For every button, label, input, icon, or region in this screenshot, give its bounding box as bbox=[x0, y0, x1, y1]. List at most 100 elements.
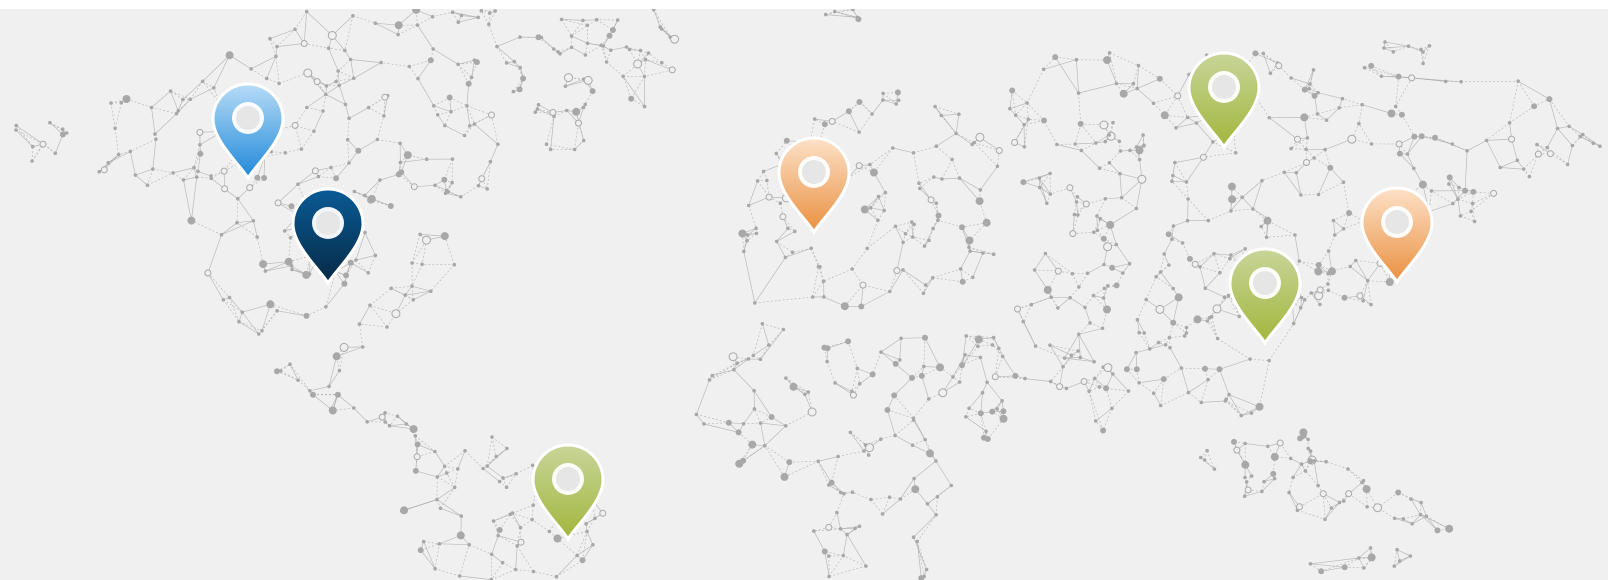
network-node bbox=[855, 366, 860, 371]
network-node bbox=[957, 176, 962, 180]
network-node bbox=[515, 544, 519, 548]
network-node bbox=[982, 218, 991, 227]
network-edge bbox=[135, 168, 153, 176]
map-pin-china[interactable] bbox=[1228, 246, 1302, 346]
network-edge bbox=[237, 198, 254, 222]
map-pin-south-america[interactable] bbox=[531, 442, 605, 542]
network-node bbox=[337, 83, 342, 88]
network-node bbox=[1555, 126, 1560, 131]
network-edge bbox=[1213, 253, 1221, 273]
network-edge bbox=[306, 94, 326, 108]
network-edge bbox=[1014, 119, 1029, 143]
network-node bbox=[642, 104, 647, 109]
network-edge bbox=[870, 499, 883, 515]
network-node bbox=[373, 21, 378, 25]
network-node bbox=[1306, 446, 1310, 451]
network-node bbox=[465, 104, 469, 108]
network-node bbox=[1293, 233, 1297, 237]
network-edge bbox=[415, 470, 438, 478]
network-edge bbox=[1153, 393, 1162, 406]
network-node bbox=[128, 149, 133, 154]
network-edge bbox=[1420, 502, 1422, 515]
network-node bbox=[457, 574, 462, 578]
network-node bbox=[145, 183, 150, 187]
network-node bbox=[106, 161, 111, 165]
network-node bbox=[824, 12, 828, 17]
network-node bbox=[1308, 82, 1312, 86]
network-node bbox=[565, 108, 569, 113]
network-node bbox=[1079, 148, 1084, 153]
network-edge bbox=[980, 357, 988, 383]
network-node bbox=[494, 454, 499, 459]
network-node bbox=[821, 548, 828, 555]
network-node bbox=[1312, 459, 1316, 463]
network-edge bbox=[832, 121, 860, 133]
network-node bbox=[848, 430, 853, 435]
network-node bbox=[839, 490, 843, 495]
network-node bbox=[221, 185, 229, 193]
network-edge bbox=[151, 90, 171, 108]
map-pin-europe[interactable] bbox=[777, 135, 851, 235]
network-edge bbox=[269, 28, 296, 40]
network-node bbox=[413, 434, 418, 438]
network-edge bbox=[482, 456, 497, 469]
network-edge bbox=[748, 180, 758, 206]
network-edge bbox=[344, 15, 354, 51]
network-node bbox=[1470, 201, 1475, 206]
network-node bbox=[149, 105, 154, 110]
network-node bbox=[786, 459, 793, 466]
network-node bbox=[959, 278, 966, 285]
network-edge bbox=[391, 287, 406, 296]
network-edge bbox=[1228, 394, 1242, 416]
network-edge bbox=[844, 284, 864, 307]
network-node bbox=[435, 113, 440, 117]
map-pin-north-america-central[interactable] bbox=[291, 186, 365, 286]
network-node bbox=[462, 133, 467, 138]
network-node bbox=[918, 372, 925, 379]
network-node bbox=[989, 408, 996, 415]
network-node bbox=[855, 162, 863, 170]
network-node bbox=[857, 524, 862, 529]
network-node bbox=[1085, 271, 1090, 276]
network-node bbox=[414, 441, 421, 448]
network-node bbox=[765, 193, 773, 201]
network-node bbox=[1186, 197, 1190, 201]
network-node bbox=[336, 69, 341, 73]
network-node bbox=[533, 110, 538, 114]
network-edge bbox=[294, 11, 307, 30]
network-node bbox=[922, 364, 926, 369]
network-edge bbox=[1242, 197, 1254, 210]
network-edge bbox=[49, 122, 67, 134]
network-node bbox=[1180, 241, 1185, 245]
network-node bbox=[1333, 233, 1337, 237]
network-node bbox=[1083, 305, 1087, 310]
network-node bbox=[1165, 231, 1172, 238]
network-edge bbox=[301, 130, 315, 150]
network-node bbox=[624, 45, 629, 49]
network-node bbox=[1171, 286, 1175, 291]
network-node bbox=[334, 391, 341, 398]
map-pin-russia[interactable] bbox=[1187, 50, 1261, 150]
map-pin-japan[interactable] bbox=[1360, 185, 1434, 285]
network-edge bbox=[454, 468, 459, 488]
network-node bbox=[312, 129, 316, 133]
map-pin-north-america-west[interactable] bbox=[211, 81, 285, 181]
network-node bbox=[304, 9, 309, 14]
network-edge bbox=[452, 11, 479, 18]
network-node bbox=[517, 538, 525, 546]
network-edge bbox=[1403, 514, 1421, 520]
network-edge bbox=[776, 241, 793, 253]
network-node bbox=[581, 138, 586, 143]
network-edge bbox=[880, 351, 900, 361]
network-node bbox=[850, 490, 855, 495]
network-node bbox=[572, 107, 581, 116]
network-edge bbox=[411, 286, 414, 300]
network-node bbox=[1408, 554, 1413, 558]
network-node bbox=[1174, 92, 1182, 100]
network-edge bbox=[1186, 157, 1204, 183]
network-edge bbox=[709, 362, 738, 381]
network-node bbox=[1103, 56, 1112, 65]
network-node bbox=[1369, 302, 1373, 307]
network-edge bbox=[927, 485, 952, 505]
network-node bbox=[1395, 547, 1399, 552]
